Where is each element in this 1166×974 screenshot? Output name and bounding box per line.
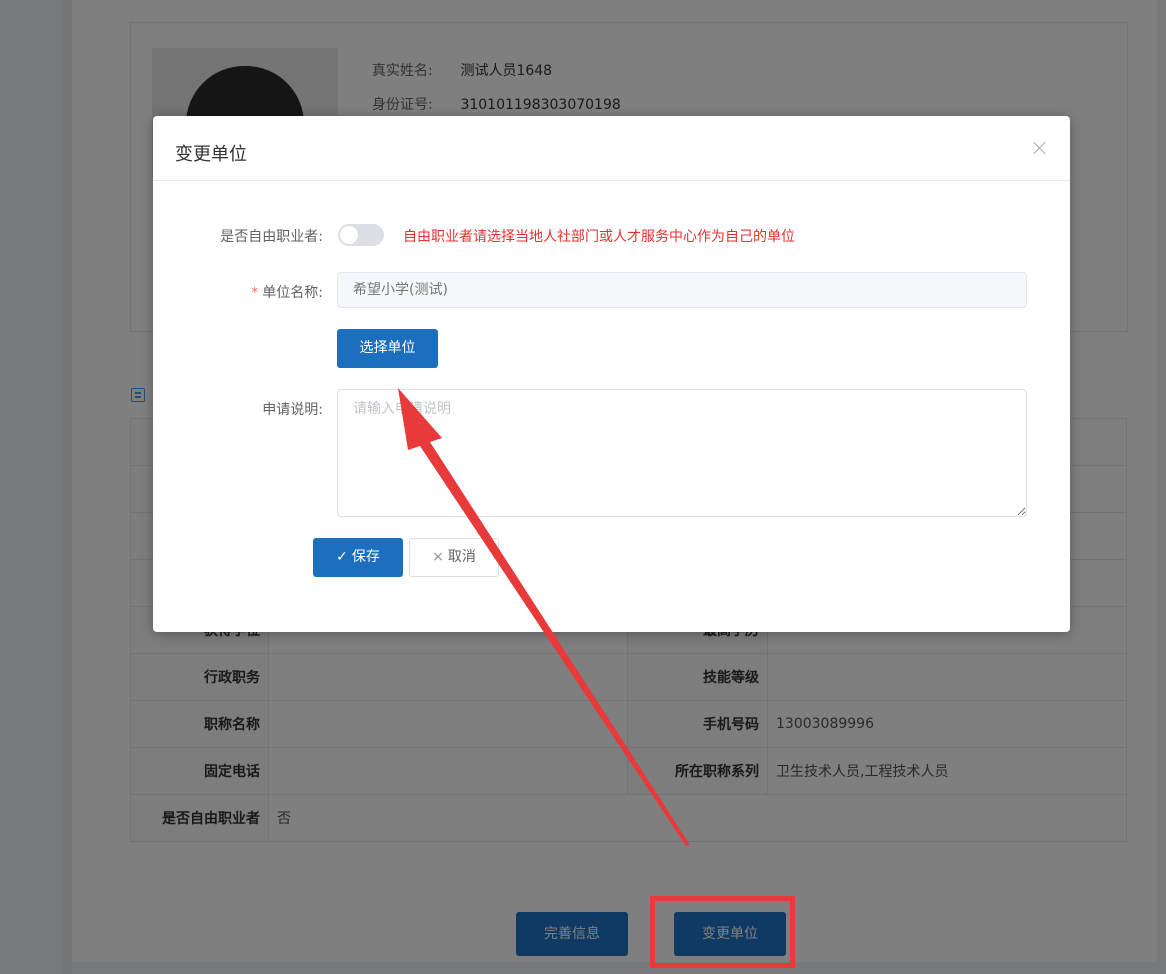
select-unit-button[interactable]: 选择单位	[337, 329, 438, 368]
toggle-knob	[340, 226, 358, 244]
unit-name-label: 单位名称:	[262, 285, 323, 301]
close-icon[interactable]	[1032, 140, 1048, 156]
remark-label: 申请说明:	[262, 402, 323, 418]
save-button[interactable]: ✓ 保存	[313, 538, 403, 577]
freelancer-hint: 自由职业者请选择当地人社部门或人才服务中心作为自己的单位	[403, 229, 795, 245]
change-unit-dialog: 变更单位 是否自由职业者: 自由职业者请选择当地人社部门或人才服务中心作为自己的…	[153, 116, 1070, 632]
freelancer-toggle[interactable]	[338, 224, 384, 246]
cancel-button-label: 取消	[447, 549, 476, 565]
unit-name-label-row: * 单位名称:	[153, 282, 323, 302]
check-icon: ✓	[336, 549, 348, 565]
save-button-label: 保存	[351, 549, 380, 565]
unit-name-input[interactable]	[337, 272, 1027, 308]
cancel-button[interactable]: × 取消	[409, 538, 499, 577]
dialog-header: 变更单位	[153, 116, 1070, 181]
annotation-highlight-box	[650, 896, 795, 968]
dialog-title: 变更单位	[175, 144, 247, 165]
close-icon: ×	[432, 549, 444, 565]
required-mark: *	[251, 285, 259, 301]
freelancer-label: 是否自由职业者:	[220, 229, 323, 245]
remark-textarea[interactable]	[337, 389, 1027, 517]
